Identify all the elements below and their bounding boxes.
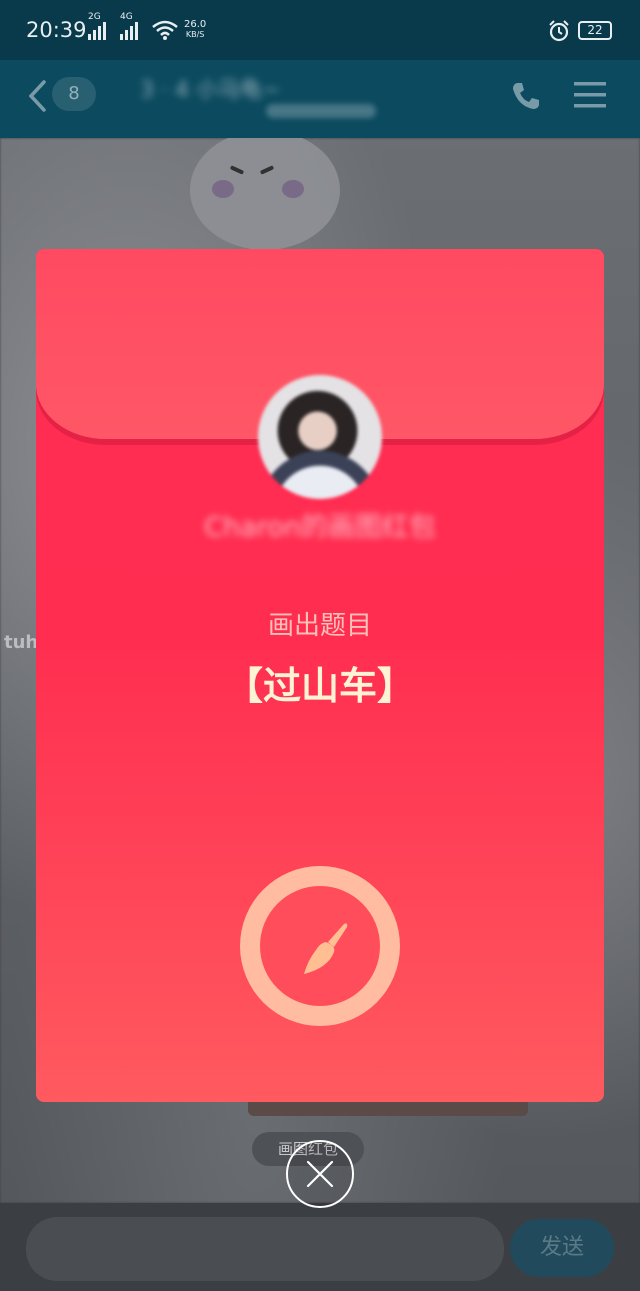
- signal-icon: 4G: [120, 12, 138, 40]
- draw-button-inner: [260, 886, 380, 1006]
- status-time: 20:39: [26, 18, 87, 42]
- contact-name[interactable]: 3 · 4 小马龟~: [140, 72, 400, 128]
- drawing-subject: 【过山车】: [224, 664, 415, 708]
- sticker-image: [190, 130, 340, 250]
- sender-avatar: [258, 375, 382, 499]
- back-icon[interactable]: [26, 78, 48, 114]
- signal-icon: 2G: [88, 12, 106, 40]
- send-button[interactable]: 发送: [510, 1219, 614, 1277]
- wifi-icon: [152, 20, 178, 40]
- prompt-label: 画出题目: [267, 611, 372, 641]
- brush-icon: [304, 923, 348, 974]
- close-button[interactable]: [286, 1140, 354, 1208]
- menu-icon[interactable]: [574, 80, 606, 110]
- input-bar: 发送: [0, 1203, 640, 1291]
- net-speed: 26.0 KB/S: [184, 19, 207, 40]
- alarm-icon: [549, 20, 569, 42]
- red-packet-card: Charon的画图红包 画出题目 【过山车】: [36, 249, 604, 1102]
- battery-indicator: 22: [578, 21, 612, 40]
- close-icon: [306, 1160, 334, 1188]
- draw-button[interactable]: [240, 866, 400, 1026]
- contact-status: [266, 104, 376, 118]
- sender-name: Charon的画图红包: [204, 512, 436, 543]
- unread-count-badge[interactable]: 8: [52, 77, 96, 111]
- status-bar: 20:39 2G 4G 26.0 KB/S 22: [0, 0, 640, 60]
- phone-icon[interactable]: [510, 80, 542, 112]
- message-input[interactable]: [26, 1217, 504, 1281]
